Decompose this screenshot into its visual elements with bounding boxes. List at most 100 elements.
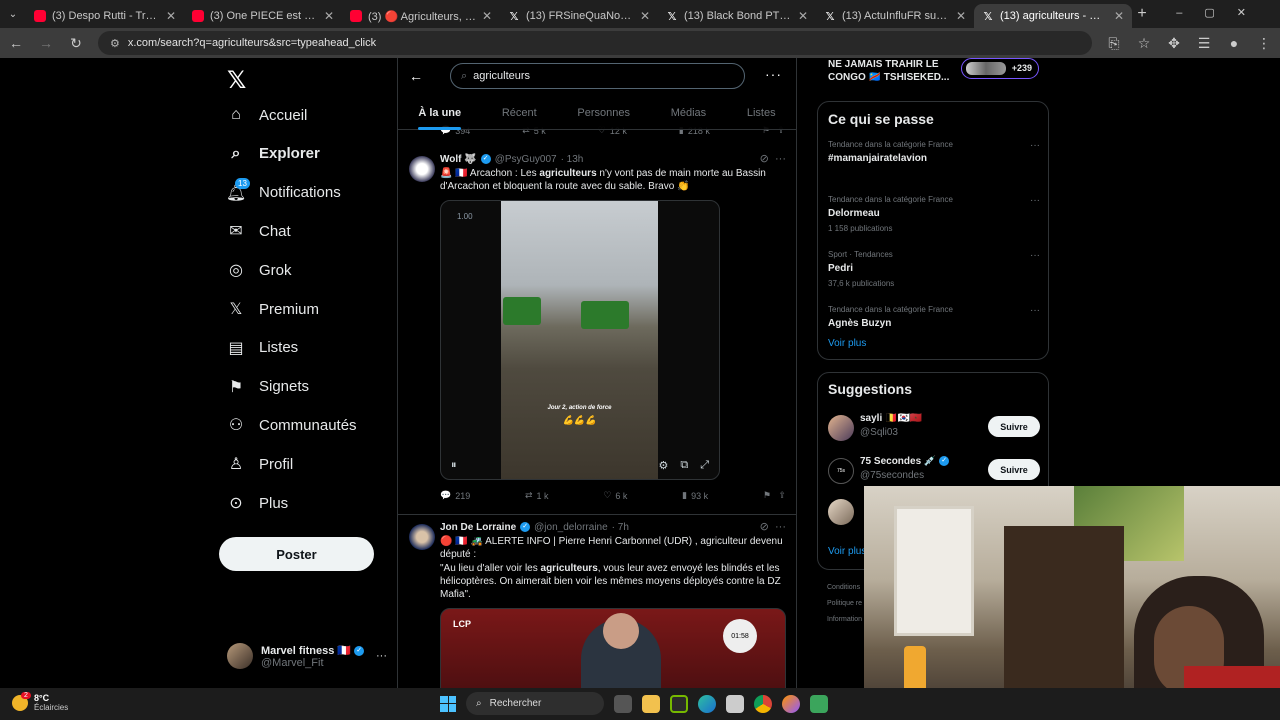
more-icon[interactable]: ··· (1030, 140, 1040, 151)
footer-link[interactable]: Politique re (827, 596, 862, 612)
bookmark-icon[interactable]: ⚑ ⇪ (763, 490, 786, 501)
repost-button[interactable]: ⇄ 1 k (525, 490, 549, 501)
follow-button[interactable]: Suivre (988, 459, 1040, 480)
author-handle[interactable]: @PsyGuy007 (495, 154, 557, 165)
reload-icon[interactable]: ↻ (68, 35, 84, 52)
nav-item-signets[interactable]: ⚑ Signets (227, 378, 309, 396)
fullscreen-icon[interactable]: ⤢ (700, 459, 709, 472)
nav-item-chat[interactable]: ✉ Chat (227, 222, 290, 241)
nav-item-plus[interactable]: ⊙ Plus (227, 494, 288, 513)
tweet-video[interactable]: 1.00 Jour 2, action de force 💪💪💪 ⏸ ⚙ ⧉ ⤢ (440, 200, 720, 480)
star-icon[interactable]: ☆ (1136, 35, 1152, 52)
author-name[interactable]: Wolf 🐺 (440, 154, 477, 165)
nav-item-accueil[interactable]: ⌂ Accueil (227, 106, 307, 124)
tweet-video[interactable]: LCP 01:58 (440, 608, 786, 688)
tweet-time[interactable]: · 7h (612, 522, 629, 533)
trend-item[interactable]: Tendance dans la catégorie France #mamanj… (828, 140, 1040, 164)
video-frame[interactable]: Jour 2, action de force 💪💪💪 (501, 201, 658, 479)
tweet-options[interactable]: ⊘ ··· (760, 520, 786, 533)
new-tab-button[interactable]: + (1132, 5, 1152, 23)
browser-tab[interactable]: (3) Despo Rutti - Trashhh - You ✕ (26, 4, 184, 28)
x-logo-icon[interactable]: 𝕏 (227, 66, 246, 95)
task-view-icon[interactable] (614, 694, 632, 713)
close-icon[interactable]: ✕ (1114, 9, 1124, 23)
menu-icon[interactable]: ⋮ (1256, 35, 1272, 52)
suggestion-item[interactable]: 75s 75 Secondes 💉 ✓ @75secondes Suivre (828, 456, 1040, 486)
trend-item[interactable]: Tendance dans la catégorie France Agnès B… (828, 305, 1040, 329)
search-input[interactable]: ⌕ agriculteurs (450, 63, 745, 89)
tweet[interactable]: Wolf 🐺 ✓ @PsyGuy007 · 13h ⊘ ··· 🚨 🇫🇷 Arc… (398, 148, 796, 515)
store-icon[interactable] (726, 694, 744, 713)
browser-tab[interactable]: (3) One PIECE est meilleur sans ✕ (184, 4, 342, 28)
weather-widget[interactable]: 2 8°C Éclaircies (12, 691, 68, 712)
file-explorer-icon[interactable] (642, 694, 660, 713)
forward-icon[interactable]: → (38, 35, 54, 51)
more-icon[interactable]: ··· (1030, 250, 1040, 261)
footer-link[interactable]: Conditions (827, 580, 862, 596)
close-icon[interactable]: ✕ (482, 9, 492, 23)
follow-button[interactable]: Suivre (988, 416, 1040, 437)
tweet[interactable]: Jon De Lorraine ✓ @jon_delorraine · 7h ⊘… (398, 516, 796, 688)
browser-tab[interactable]: 𝕏 (13) agriculteurs - Recherch ✕ (974, 4, 1132, 28)
site-info-icon[interactable]: ⚙ (110, 37, 120, 50)
tab-1[interactable]: Récent (502, 96, 537, 130)
tab-3[interactable]: Médias (671, 96, 706, 130)
browser-tab[interactable]: 𝕏 (13) FRSineQuaNon sur X : "@1 ✕ (500, 4, 658, 28)
nav-item-notifications[interactable]: 🔔︎ 13 Notifications (226, 177, 341, 202)
taskbar-search[interactable]: ⌕ Rechercher (466, 692, 604, 715)
browser-tab[interactable]: 𝕏 (13) ActuInfluFR sur X : "Mais v ✕ (816, 4, 974, 28)
nav-item-explorer[interactable]: ⌕ Explorer (227, 145, 320, 163)
nav-item-communautés[interactable]: ⚇ Communautés (227, 416, 357, 435)
back-arrow-icon[interactable]: ← (409, 68, 423, 84)
trend-item[interactable]: Tendance dans la catégorie France Delorme… (828, 195, 1040, 233)
nvidia-icon[interactable] (670, 694, 688, 713)
close-icon[interactable]: ✕ (798, 9, 808, 23)
spaces-pill[interactable]: +239 (961, 58, 1039, 79)
account-switcher[interactable]: Marvel fitness 🇫🇷 ✓ @Marvel_Fit ··· (227, 643, 387, 669)
tab-0[interactable]: À la une (418, 96, 461, 130)
views-button[interactable]: ▮ 93 k (682, 490, 708, 501)
pause-icon[interactable]: ⏸ (451, 459, 457, 472)
tab-search-icon[interactable]: ⌄ (0, 9, 26, 20)
more-icon[interactable]: ··· (1030, 195, 1040, 206)
tab-2[interactable]: Personnes (577, 96, 630, 130)
more-icon[interactable]: ··· (1030, 305, 1040, 316)
reply-button[interactable]: 💬 219 (440, 490, 470, 501)
top-trend[interactable]: NE JAMAIS TRAHIR LE CONGO 🇨🇩 TSHISEKED..… (817, 58, 1049, 93)
nav-item-grok[interactable]: ◎ Grok (227, 261, 292, 280)
close-icon[interactable]: ✕ (640, 9, 650, 23)
edge-icon[interactable] (698, 694, 716, 713)
address-bar[interactable]: ⚙ x.com/search?q=agriculteurs&src=typeah… (98, 31, 1092, 55)
browser-tab[interactable]: (3) 🔴 Agriculteurs, vote du bu ✕ (342, 4, 500, 28)
tweet-time[interactable]: · 13h (561, 154, 584, 165)
author-name[interactable]: Jon De Lorraine (440, 522, 516, 533)
window-controls[interactable]: –▢✕ (1176, 6, 1268, 19)
discord-icon[interactable] (810, 694, 828, 713)
profile-icon[interactable]: ● (1226, 35, 1242, 51)
settings-icon[interactable]: ⚙ (658, 459, 668, 472)
playback-speed[interactable]: 1.00 (457, 212, 473, 221)
install-icon[interactable]: ⎘ (1106, 35, 1122, 52)
like-button[interactable]: ♡ 6 k (603, 490, 627, 501)
tab-4[interactable]: Listes (747, 96, 776, 130)
nav-item-listes[interactable]: ▤ Listes (227, 339, 298, 357)
firefox-icon[interactable] (782, 694, 800, 713)
tweet-options[interactable]: ⊘ ··· (760, 152, 786, 165)
windows-start-icon[interactable] (440, 695, 456, 712)
close-icon[interactable]: ✕ (956, 9, 966, 23)
extensions-icon[interactable]: ✥ (1166, 35, 1182, 52)
nav-item-premium[interactable]: 𝕏 Premium (227, 300, 319, 319)
nav-item-profil[interactable]: ♙ Profil (227, 455, 293, 474)
back-icon[interactable]: ← (8, 35, 24, 51)
author-handle[interactable]: @jon_delorraine (534, 522, 608, 533)
close-icon[interactable]: ✕ (324, 9, 334, 23)
chrome-icon[interactable] (754, 694, 772, 713)
suggestion-item[interactable]: sayli 🇧🇪🇰🇷🇲🇦 @Sqli03 Suivre (828, 413, 1040, 443)
browser-tab[interactable]: 𝕏 (13) Black Bond PTV sur X : "De ✕ (658, 4, 816, 28)
see-more-link[interactable]: Voir plus (828, 546, 866, 557)
trend-item[interactable]: Sport · Tendances Pedri 37,6 k publication… (828, 250, 1040, 288)
post-button[interactable]: Poster (219, 537, 374, 571)
reading-list-icon[interactable]: ☰ (1196, 35, 1212, 52)
footer-link[interactable]: Information (827, 612, 862, 628)
more-icon[interactable]: ··· (376, 650, 387, 662)
